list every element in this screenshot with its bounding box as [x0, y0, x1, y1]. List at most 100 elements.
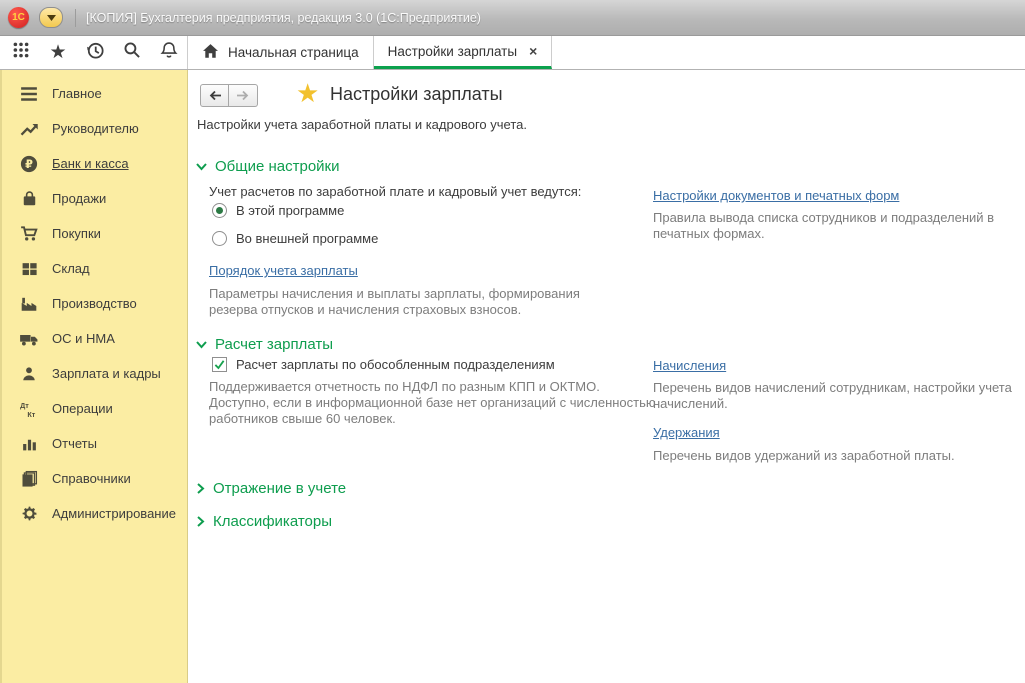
- sidebar-item-label: Операции: [52, 401, 113, 416]
- sidebar-item-warehouse[interactable]: Склад: [2, 251, 187, 286]
- sidebar-item-directories[interactable]: Справочники: [2, 461, 187, 496]
- main-content: ★ Настройки зарплаты Настройки учета зар…: [188, 70, 1025, 683]
- tab-salary-settings[interactable]: Настройки зарплаты ×: [374, 36, 553, 69]
- deductions-desc: Перечень видов удержаний из заработной п…: [653, 448, 1025, 464]
- favorite-star-icon[interactable]: ★: [296, 80, 319, 106]
- page-title: Настройки зарплаты: [330, 84, 503, 105]
- sidebar-item-fixed-assets[interactable]: ОС и НМА: [2, 321, 187, 356]
- app-logo-1c-icon: 1С: [8, 7, 29, 28]
- home-icon: [202, 43, 219, 62]
- checkbox-separate-divisions[interactable]: Расчет зарплаты по обособленным подразде…: [212, 357, 555, 372]
- separate-divisions-desc: Поддерживается отчетность по НДФЛ по раз…: [209, 379, 659, 427]
- section-reflection-header[interactable]: Отражение в учете: [196, 480, 346, 497]
- chevron-right-icon: [196, 483, 205, 494]
- radio-label: В этой программе: [236, 203, 344, 218]
- section-title: Расчет зарплаты: [215, 336, 333, 353]
- books-icon: [18, 469, 40, 489]
- favorites-button[interactable]: ★: [47, 42, 69, 64]
- toolbar: ★: [0, 36, 1025, 70]
- sidebar-item-salary-hr[interactable]: Зарплата и кадры: [2, 356, 187, 391]
- history-clock-icon: [86, 41, 105, 65]
- sidebar-item-reports[interactable]: Отчеты: [2, 426, 187, 461]
- general-lead-text: Учет расчетов по заработной плате и кадр…: [209, 184, 669, 199]
- radio-selected-icon[interactable]: [212, 203, 227, 218]
- search-icon: [123, 41, 141, 64]
- sidebar-item-label: Главное: [52, 86, 102, 101]
- tab-home-page[interactable]: Начальная страница: [188, 36, 374, 69]
- bag-icon: [18, 189, 40, 209]
- accruals-link[interactable]: Начисления: [653, 358, 726, 373]
- search-button[interactable]: [121, 42, 143, 64]
- accruals-desc: Перечень видов начислений сотрудникам, н…: [653, 380, 1025, 412]
- radio-this-program[interactable]: В этой программе: [212, 203, 344, 218]
- forward-button[interactable]: [229, 84, 258, 107]
- sidebar-item-administration[interactable]: Администрирование: [2, 496, 187, 531]
- arrow-left-icon: [208, 90, 222, 101]
- nav-buttons: [200, 84, 258, 107]
- section-calc-header[interactable]: Расчет зарплаты: [196, 336, 333, 353]
- document-print-settings-desc: Правила вывода списка сотрудников и подр…: [653, 210, 1023, 242]
- section-title: Общие настройки: [215, 158, 340, 175]
- checkbox-label: Расчет зарплаты по обособленным подразде…: [236, 357, 555, 372]
- document-print-settings-link[interactable]: Настройки документов и печатных форм: [653, 188, 899, 203]
- arrow-right-icon: [236, 90, 250, 101]
- sidebar-item-sales[interactable]: Продажи: [2, 181, 187, 216]
- sidebar-item-bank-cash[interactable]: ₽ Банк и касса: [2, 146, 187, 181]
- sidebar-item-label: Отчеты: [52, 436, 97, 451]
- sidebar-item-label: Продажи: [52, 191, 106, 206]
- sidebar-item-label: Склад: [52, 261, 90, 276]
- tab-label: Начальная страница: [228, 45, 359, 60]
- chevron-right-icon: [196, 516, 205, 527]
- sidebar-item-label: Банк и касса: [52, 156, 129, 171]
- sidebar-item-production[interactable]: Производство: [2, 286, 187, 321]
- salary-accounting-order-link[interactable]: Порядок учета зарплаты: [209, 263, 358, 278]
- chevron-down-icon: [196, 162, 207, 171]
- tab-close-icon[interactable]: ×: [529, 43, 537, 59]
- grid-menu-icon: [12, 41, 30, 64]
- sidebar-item-label: Зарплата и кадры: [52, 366, 161, 381]
- tab-label: Настройки зарплаты: [388, 44, 517, 59]
- sidebar-item-operations[interactable]: Дт Кт Операции: [2, 391, 187, 426]
- section-classifiers-header[interactable]: Классификаторы: [196, 513, 332, 530]
- back-button[interactable]: [200, 84, 229, 107]
- sidebar-item-main[interactable]: Главное: [2, 76, 187, 111]
- history-button[interactable]: [84, 42, 106, 64]
- radio-unselected-icon[interactable]: [212, 231, 227, 246]
- sections-menu-button[interactable]: [10, 42, 32, 64]
- barchart-icon: [18, 434, 40, 454]
- trend-icon: [18, 119, 40, 139]
- chevron-down-icon: [47, 15, 56, 21]
- section-general-header[interactable]: Общие настройки: [196, 158, 340, 175]
- section-title: Отражение в учете: [213, 480, 346, 497]
- window-title: [КОПИЯ] Бухгалтерия предприятия, редакци…: [86, 11, 481, 25]
- ruble-icon: ₽: [18, 154, 40, 174]
- sidebar-item-purchases[interactable]: Покупки: [2, 216, 187, 251]
- truck-icon: [18, 329, 40, 349]
- warehouse-icon: [18, 259, 40, 279]
- sidebar-item-label: Покупки: [52, 226, 101, 241]
- sidebar-item-label: ОС и НМА: [52, 331, 115, 346]
- radio-label: Во внешней программе: [236, 231, 378, 246]
- gear-icon: [18, 504, 40, 524]
- title-bar: 1С [КОПИЯ] Бухгалтерия предприятия, реда…: [0, 0, 1025, 36]
- checkbox-checked-icon[interactable]: [212, 357, 227, 372]
- radio-external-program[interactable]: Во внешней программе: [212, 231, 378, 246]
- bell-icon: [160, 41, 178, 64]
- sidebar-item-label: Руководителю: [52, 121, 139, 136]
- sidebar-item-label: Производство: [52, 296, 137, 311]
- dtkt-icon: Дт Кт: [18, 399, 40, 419]
- deductions-link[interactable]: Удержания: [653, 425, 720, 440]
- sidebar-item-manager[interactable]: Руководителю: [2, 111, 187, 146]
- factory-icon: [18, 294, 40, 314]
- toolbar-icons: ★: [0, 36, 188, 69]
- app-window: 1С [КОПИЯ] Бухгалтерия предприятия, реда…: [0, 0, 1025, 683]
- salary-accounting-order-desc: Параметры начисления и выплаты зарплаты,…: [209, 286, 609, 318]
- page-subtitle: Настройки учета заработной платы и кадро…: [197, 117, 527, 132]
- main-menu-button[interactable]: [39, 7, 63, 28]
- sidebar-item-label: Справочники: [52, 471, 131, 486]
- notifications-button[interactable]: [158, 42, 180, 64]
- svg-text:Кт: Кт: [27, 409, 35, 417]
- svg-text:₽: ₽: [25, 158, 33, 170]
- svg-text:Дт: Дт: [20, 400, 29, 409]
- person-icon: [18, 364, 40, 384]
